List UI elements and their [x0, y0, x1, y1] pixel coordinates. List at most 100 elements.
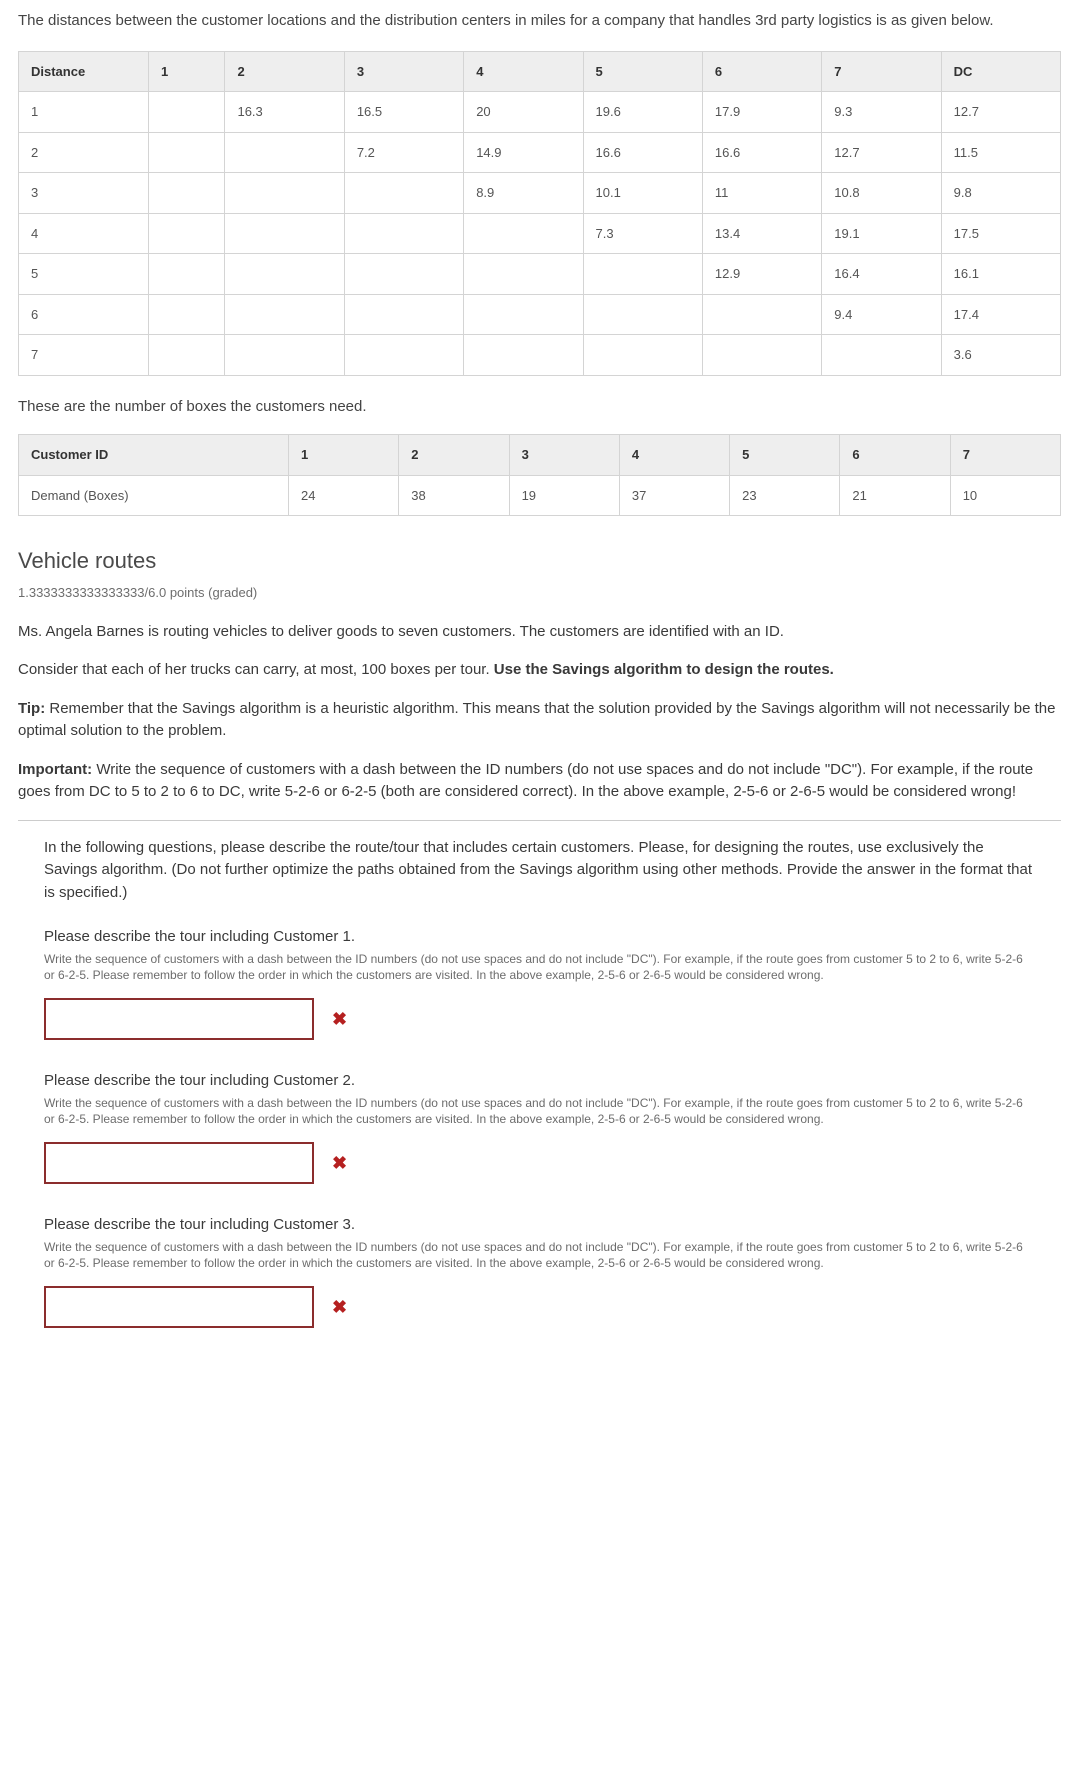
- table-cell: 8.9: [464, 173, 583, 214]
- ctd-0: Demand (Boxes): [19, 475, 289, 516]
- table-cell: 6: [19, 294, 149, 335]
- table-cell: [225, 294, 344, 335]
- answer-input[interactable]: [44, 1286, 314, 1328]
- table-cell: [225, 213, 344, 254]
- table-cell: 16.4: [822, 254, 941, 295]
- cth-4: 4: [619, 435, 729, 476]
- table-cell: 16.5: [344, 92, 463, 133]
- table-cell: [344, 294, 463, 335]
- table-cell: [702, 294, 821, 335]
- question-hint: Write the sequence of customers with a d…: [44, 951, 1035, 985]
- section-title: Vehicle routes: [18, 544, 1061, 577]
- table-cell: [225, 335, 344, 376]
- problem-p2: Consider that each of her trucks can car…: [18, 659, 1061, 682]
- table-cell: 13.4: [702, 213, 821, 254]
- dth-1: 1: [149, 51, 225, 92]
- table-cell: [464, 294, 583, 335]
- wrong-icon: ✖: [332, 1150, 347, 1177]
- dth-5: 5: [583, 51, 702, 92]
- points-label: 1.3333333333333333/6.0 points (graded): [18, 583, 1061, 603]
- answer-row: ✖: [44, 1142, 1035, 1184]
- table-cell: 16.1: [941, 254, 1060, 295]
- table-cell: 19.1: [822, 213, 941, 254]
- problem-text: Ms. Angela Barnes is routing vehicles to…: [18, 621, 1061, 804]
- cth-6: 6: [840, 435, 950, 476]
- dth-8: DC: [941, 51, 1060, 92]
- table-cell: 4: [19, 213, 149, 254]
- cth-1: 1: [289, 435, 399, 476]
- table-cell: 7: [19, 335, 149, 376]
- table-cell: 7.2: [344, 132, 463, 173]
- table-cell: 19.6: [583, 92, 702, 133]
- table-cell: 1: [19, 92, 149, 133]
- answer-input[interactable]: [44, 998, 314, 1040]
- question: Please describe the tour including Custo…: [44, 1214, 1035, 1328]
- table-cell: 3.6: [941, 335, 1060, 376]
- table-cell: [149, 132, 225, 173]
- table-cell: 12.7: [822, 132, 941, 173]
- dth-4: 4: [464, 51, 583, 92]
- ctd-7: 10: [950, 475, 1060, 516]
- table-cell: 10.1: [583, 173, 702, 214]
- table-cell: 10.8: [822, 173, 941, 214]
- table-cell: 2: [19, 132, 149, 173]
- ctd-4: 37: [619, 475, 729, 516]
- problem-p2b: Use the Savings algorithm to design the …: [494, 661, 834, 678]
- table-cell: [822, 335, 941, 376]
- table-cell: 9.3: [822, 92, 941, 133]
- table-cell: 14.9: [464, 132, 583, 173]
- ctd-2: 38: [399, 475, 509, 516]
- table-cell: 17.5: [941, 213, 1060, 254]
- table-cell: [149, 294, 225, 335]
- problem-p1: Ms. Angela Barnes is routing vehicles to…: [18, 621, 1061, 644]
- table-cell: [344, 254, 463, 295]
- table-cell: 17.4: [941, 294, 1060, 335]
- cth-7: 7: [950, 435, 1060, 476]
- table-cell: 11.5: [941, 132, 1060, 173]
- problem-p2a: Consider that each of her trucks can car…: [18, 661, 494, 678]
- table-cell: [464, 254, 583, 295]
- problem-p3b: Remember that the Savings algorithm is a…: [18, 700, 1055, 740]
- question-title: Please describe the tour including Custo…: [44, 1214, 1035, 1237]
- problem-p4: Important: Write the sequence of custome…: [18, 759, 1061, 804]
- table-cell: [344, 213, 463, 254]
- table-cell: [149, 335, 225, 376]
- cth-0: Customer ID: [19, 435, 289, 476]
- ctd-1: 24: [289, 475, 399, 516]
- dth-3: 3: [344, 51, 463, 92]
- distance-table: Distance 1 2 3 4 5 6 7 DC 116.316.52019.…: [18, 51, 1061, 376]
- table-cell: [464, 213, 583, 254]
- ctd-3: 19: [509, 475, 619, 516]
- boxes-heading: These are the number of boxes the custom…: [18, 396, 1061, 419]
- question: Please describe the tour including Custo…: [44, 1070, 1035, 1184]
- table-cell: [149, 254, 225, 295]
- question-title: Please describe the tour including Custo…: [44, 926, 1035, 949]
- table-cell: 16.6: [583, 132, 702, 173]
- table-cell: 12.7: [941, 92, 1060, 133]
- table-cell: [464, 335, 583, 376]
- answer-row: ✖: [44, 998, 1035, 1040]
- table-cell: [149, 173, 225, 214]
- problem-p3: Tip: Remember that the Savings algorithm…: [18, 698, 1061, 743]
- table-cell: [583, 335, 702, 376]
- wrong-icon: ✖: [332, 1006, 347, 1033]
- dth-2: 2: [225, 51, 344, 92]
- wrong-icon: ✖: [332, 1294, 347, 1321]
- answer-input[interactable]: [44, 1142, 314, 1184]
- question-title: Please describe the tour including Custo…: [44, 1070, 1035, 1093]
- cth-5: 5: [730, 435, 840, 476]
- customer-table: Customer ID 1 2 3 4 5 6 7 Demand (Boxes)…: [18, 434, 1061, 516]
- answer-row: ✖: [44, 1286, 1035, 1328]
- question-intro: In the following questions, please descr…: [44, 837, 1035, 905]
- question: Please describe the tour including Custo…: [44, 926, 1035, 1040]
- table-cell: [149, 213, 225, 254]
- ctd-6: 21: [840, 475, 950, 516]
- dth-7: 7: [822, 51, 941, 92]
- table-cell: 11: [702, 173, 821, 214]
- question-hint: Write the sequence of customers with a d…: [44, 1095, 1035, 1129]
- table-cell: [344, 335, 463, 376]
- table-cell: 3: [19, 173, 149, 214]
- table-cell: 5: [19, 254, 149, 295]
- dth-0: Distance: [19, 51, 149, 92]
- table-cell: [225, 132, 344, 173]
